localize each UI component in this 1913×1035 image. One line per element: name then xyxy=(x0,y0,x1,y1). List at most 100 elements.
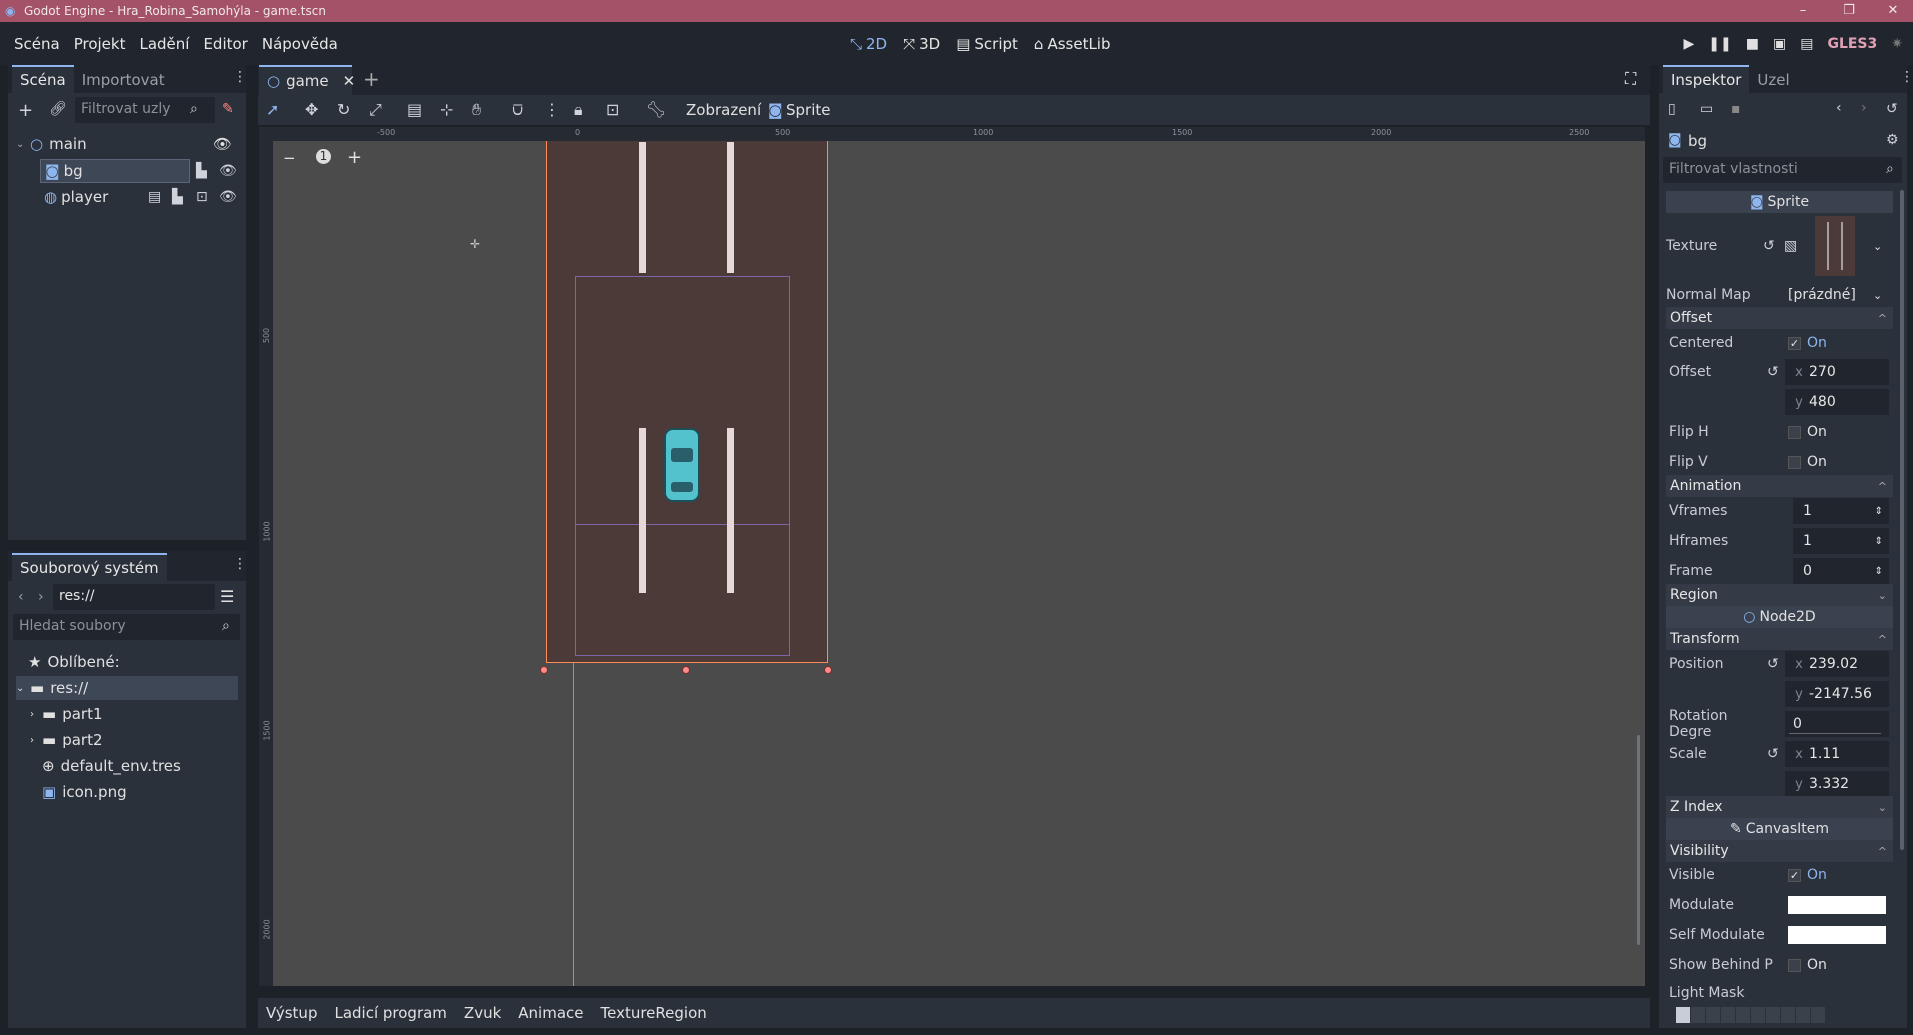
revert-icon[interactable]: ↺ xyxy=(1767,656,1779,672)
expand-icon[interactable]: › xyxy=(30,735,42,746)
menu-debug[interactable]: Ladění xyxy=(132,35,196,53)
section-animation[interactable]: Animation ^ xyxy=(1666,475,1893,497)
visible-checkbox[interactable]: ✓ On xyxy=(1788,867,1827,883)
maximize-button[interactable]: ❐ xyxy=(1829,0,1869,22)
spin-arrows-icon[interactable]: ⇕ xyxy=(1875,566,1883,577)
pan-tool-icon[interactable]: ✋︎ xyxy=(472,100,481,120)
scale-y-field[interactable]: y 3.332 xyxy=(1785,771,1889,797)
split-mode-icon[interactable]: ☰ xyxy=(220,587,234,606)
spin-arrows-icon[interactable]: ⇕ xyxy=(1875,536,1883,547)
select-tool-icon[interactable]: ➚ xyxy=(266,100,279,119)
scene-instance-icon[interactable]: ▤ xyxy=(148,189,161,205)
fs-item-default-env[interactable]: ⊕ default_env.tres xyxy=(42,754,181,778)
light-mask-bit[interactable] xyxy=(1691,1007,1705,1023)
tab-animation[interactable]: Animace xyxy=(518,1004,583,1022)
tree-item-player[interactable]: ◍ player xyxy=(40,185,160,209)
light-mask-bit[interactable] xyxy=(1796,1007,1810,1023)
forward-arrow-icon[interactable]: › xyxy=(38,589,44,605)
workspace-script[interactable]: ▤ Script xyxy=(956,35,1018,53)
light-mask-bit[interactable] xyxy=(1751,1007,1765,1023)
visibility-eye-icon[interactable]: 👁︎ xyxy=(219,163,237,179)
play-custom-scene-icon[interactable]: ▤ xyxy=(1800,36,1813,52)
minimize-button[interactable]: – xyxy=(1783,0,1823,22)
collapse-icon[interactable]: ⌄ xyxy=(16,139,30,150)
fs-dock-menu-icon[interactable]: ⋮ xyxy=(233,556,247,572)
texture-preview[interactable] xyxy=(1815,216,1855,276)
workspace-assetlib[interactable]: ⌂ AssetLib xyxy=(1034,35,1111,53)
tab-game[interactable]: ○ game ✕ xyxy=(259,65,355,95)
tab-debugger[interactable]: Ladicí program xyxy=(334,1004,446,1022)
dropdown-arrow-icon[interactable]: ⌄ xyxy=(1873,240,1882,253)
spin-arrows-icon[interactable]: ⇕ xyxy=(1875,506,1883,517)
tree-item-bg[interactable]: ◙ bg xyxy=(40,159,190,183)
position-x-field[interactable]: x 239.02 xyxy=(1785,651,1889,677)
object-properties-icon[interactable]: ⚙ xyxy=(1886,132,1899,148)
zoom-out-button[interactable]: − xyxy=(283,149,296,167)
menu-editor[interactable]: Editor xyxy=(196,35,254,53)
revert-icon[interactable]: ↺ xyxy=(1767,364,1779,380)
show-behind-checkbox[interactable]: On xyxy=(1788,957,1827,973)
tab-output[interactable]: Výstup xyxy=(266,1004,317,1022)
modulate-color-swatch[interactable] xyxy=(1788,896,1886,914)
fs-search-input[interactable]: Hledat soubory xyxy=(13,614,240,640)
view-menu[interactable]: Zobrazení xyxy=(686,101,761,119)
tab-inspector[interactable]: Inspektor xyxy=(1663,65,1750,93)
tab-scene[interactable]: Scéna xyxy=(12,65,74,93)
light-mask-bit[interactable] xyxy=(1766,1007,1780,1023)
light-mask-bit[interactable] xyxy=(1736,1007,1750,1023)
fs-path-field[interactable]: res:// xyxy=(53,584,215,610)
history-back-icon[interactable]: ‹ xyxy=(1836,100,1842,116)
history-icon[interactable]: ↺ xyxy=(1886,101,1898,117)
new-resource-icon[interactable]: ▯ xyxy=(1668,101,1676,117)
close-tab-icon[interactable]: ✕ xyxy=(343,72,356,90)
snap-icon[interactable]: ⩂ xyxy=(512,100,523,120)
self-modulate-color-swatch[interactable] xyxy=(1788,926,1886,944)
renderer-select[interactable]: GLES3 xyxy=(1827,36,1877,52)
tree-item-main[interactable]: ⌄ ○ main 👁︎ xyxy=(16,132,238,156)
flip-h-checkbox[interactable]: On xyxy=(1788,424,1827,440)
rotation-slider[interactable]: 0 xyxy=(1785,711,1889,737)
texture-edit-icon[interactable]: ▧ xyxy=(1784,238,1797,254)
lock-icon[interactable]: 🔒︎ xyxy=(574,100,583,120)
script-icon[interactable]: ▙ xyxy=(196,163,207,179)
group-icon[interactable]: ⊡ xyxy=(606,100,619,119)
section-z-index[interactable]: Z Index ⌄ xyxy=(1666,796,1893,818)
menu-project[interactable]: Projekt xyxy=(67,35,133,53)
vertical-scrollbar[interactable] xyxy=(1637,735,1640,945)
section-region[interactable]: Region ⌄ xyxy=(1666,584,1893,606)
script-icon[interactable]: ▙ xyxy=(172,189,183,205)
zoom-in-button[interactable]: + xyxy=(347,147,362,168)
light-mask-grid[interactable] xyxy=(1676,1007,1828,1023)
light-mask-bit[interactable] xyxy=(1811,1007,1825,1023)
snap-menu-icon[interactable]: ⋮ xyxy=(544,100,560,119)
revert-icon[interactable]: ↺ xyxy=(1767,746,1779,762)
section-offset[interactable]: Offset ^ xyxy=(1666,307,1893,329)
tab-audio[interactable]: Zvuk xyxy=(464,1004,501,1022)
visibility-eye-icon[interactable]: 👁︎ xyxy=(219,189,237,205)
attach-script-icon[interactable]: ✎ xyxy=(222,101,234,117)
dropdown-arrow-icon[interactable]: ⌄ xyxy=(1873,289,1882,302)
menu-help[interactable]: Nápověda xyxy=(255,35,345,53)
collapse-icon[interactable]: ⌄ xyxy=(16,683,30,694)
tab-filesystem[interactable]: Souborový systém xyxy=(12,553,167,581)
offset-y-field[interactable]: y 480 xyxy=(1785,389,1889,415)
visibility-eye-icon[interactable]: 👁︎ xyxy=(213,135,232,153)
tab-import[interactable]: Importovat xyxy=(74,67,173,93)
revert-icon[interactable]: ↺ xyxy=(1763,238,1775,254)
rotate-tool-icon[interactable]: ↻ xyxy=(337,100,350,119)
centered-checkbox[interactable]: ✓ On xyxy=(1788,335,1827,351)
hframes-spinbox[interactable]: 1 ⇕ xyxy=(1793,528,1889,554)
fs-item-part1[interactable]: › ▬ part1 xyxy=(30,702,103,726)
inspector-menu-icon[interactable]: ⋮ xyxy=(1900,69,1913,85)
distraction-free-icon[interactable]: ⛶ xyxy=(1625,69,1636,89)
resize-handle[interactable] xyxy=(540,666,548,674)
new-tab-icon[interactable]: + xyxy=(363,67,380,91)
add-node-icon[interactable]: + xyxy=(18,100,33,121)
scene-dock-menu-icon[interactable]: ⋮ xyxy=(233,69,247,85)
fs-item-part2[interactable]: › ▬ part2 xyxy=(30,728,103,752)
position-y-field[interactable]: y -2147.56 xyxy=(1785,681,1889,707)
list-select-icon[interactable]: ▤ xyxy=(407,100,422,119)
expand-icon[interactable]: › xyxy=(30,709,42,720)
menu-scene[interactable]: Scéna xyxy=(7,35,67,53)
fs-item-icon-png[interactable]: ▣ icon.png xyxy=(42,780,127,804)
